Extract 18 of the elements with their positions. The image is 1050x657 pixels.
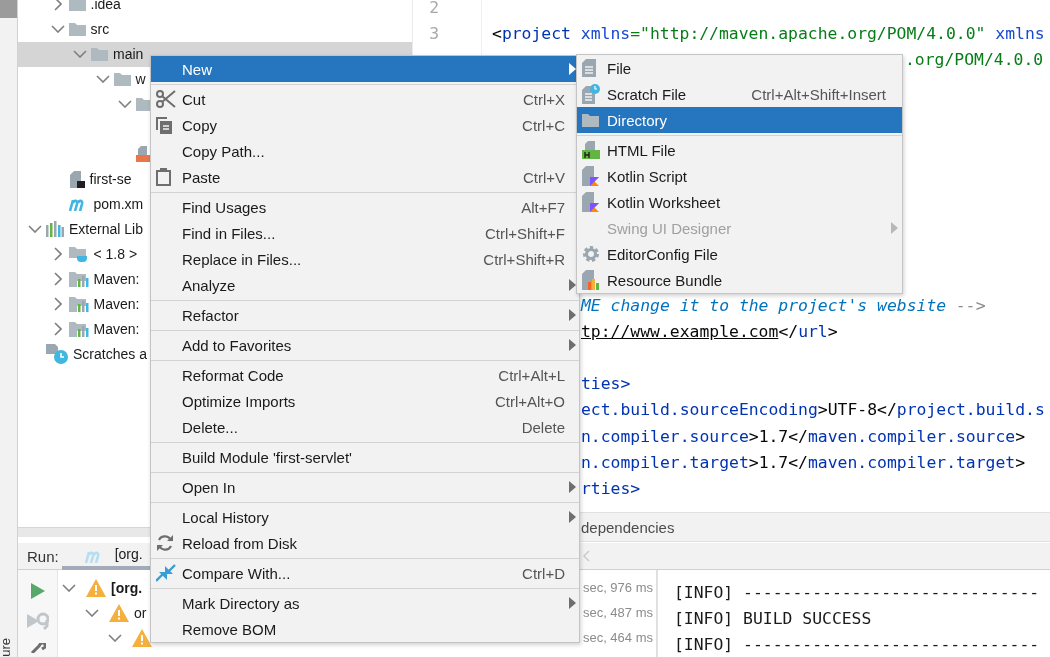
code-line: ties> xyxy=(581,373,631,396)
code-line: n.compiler.source>1.7</maven.compiler.source> xyxy=(581,425,1026,448)
line-number: 2 xyxy=(428,0,439,19)
console-line: [INFO] ------------------------------ xyxy=(674,634,1041,657)
code-line: .org/POM/4.0.0 xyxy=(905,49,1044,72)
test-duration: sec, 464 ms xyxy=(582,630,653,645)
console-line: [INFO] ------------------------------ xyxy=(674,582,1041,604)
console-line: [INFO] BUILD SUCCESS xyxy=(674,608,873,631)
code-line: rties> xyxy=(581,477,641,500)
code-line: n.compiler.target>1.7</maven.compiler.target> xyxy=(581,451,1026,474)
code-line: <project xmlns="http://maven.apache.org/POM/4.0.0" xmlns xyxy=(492,23,1045,46)
run-panel-title: Run: xyxy=(27,547,59,565)
code-line: ME change it to the project's website --> xyxy=(581,294,986,317)
test-duration: sec, 487 ms xyxy=(582,605,653,620)
test-duration: sec, 976 ms xyxy=(582,580,653,595)
line-number: 3 xyxy=(428,23,439,46)
code-line: tp://www.example.com</url> xyxy=(581,320,838,343)
code-line: ect.build.sourceEncoding>UTF-8</project.build.s xyxy=(581,399,1045,422)
